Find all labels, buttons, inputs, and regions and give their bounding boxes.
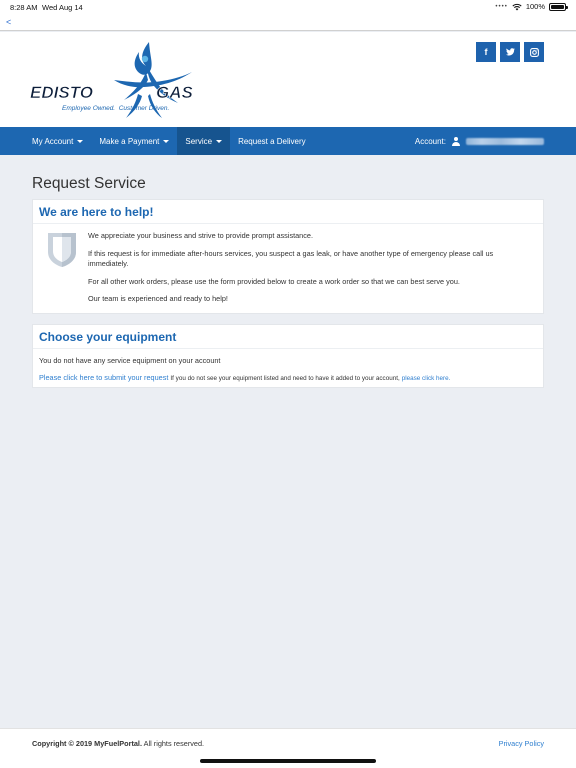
status-bar: 8:28 AM Wed Aug 14 •••• 100%: [0, 0, 576, 14]
help-paragraph: We appreciate your business and strive t…: [88, 231, 313, 240]
copyright-bold: Copyright © 2019 MyFuelPortal.: [32, 739, 142, 748]
help-paragraph: If this request is for immediate after-h…: [88, 248, 494, 269]
logo-text-edisto: EDISTO: [30, 83, 93, 102]
logo-text-gas: GAS: [156, 83, 194, 102]
help-paragraph: Our team is experienced and ready to hel…: [88, 294, 228, 303]
status-time: 8:28 AM: [10, 3, 38, 12]
help-paragraph: For all other work orders, please use th…: [88, 276, 460, 286]
logo-tagline: Employee Owned. Customer Driven.: [62, 105, 169, 112]
main-nav: My Account Make a Payment Service Reques…: [0, 127, 576, 155]
nav-my-account[interactable]: My Account: [24, 127, 91, 155]
equipment-card: Choose your equipment You do not have an…: [32, 324, 544, 388]
edisto-gas-logo[interactable]: EDISTO GAS Employee Owned. Customer Driv…: [28, 36, 228, 122]
facebook-icon[interactable]: f: [476, 42, 496, 62]
status-right: •••• 100%: [495, 2, 568, 11]
equipment-actions: Please click here to submit your request…: [39, 373, 537, 382]
status-date: Wed Aug 14: [42, 3, 83, 12]
equipment-card-title: Choose your equipment: [39, 329, 177, 344]
nav-service[interactable]: Service: [177, 127, 231, 155]
submit-request-link[interactable]: Please click here to submit your request: [39, 373, 168, 382]
cellular-dots-icon: ••••: [495, 3, 508, 10]
help-card-paragraphs: We appreciate your business and strive t…: [88, 231, 528, 312]
help-card-header: We are here to help!: [33, 200, 543, 224]
help-card-title: We are here to help!: [39, 204, 154, 219]
equipment-note: If you do not see your equipment listed …: [170, 375, 400, 382]
instagram-icon[interactable]: [524, 42, 544, 62]
caret-down-icon: [216, 139, 223, 143]
user-icon: [452, 136, 460, 146]
help-card: We are here to help! We appreciate your …: [32, 199, 544, 314]
nav-request-a-delivery-label: Request a Delivery: [238, 136, 306, 146]
home-indicator[interactable]: [200, 759, 376, 763]
account-label: Account:: [414, 136, 446, 146]
page-title: Request Service: [32, 175, 146, 192]
battery-percent: 100%: [525, 2, 545, 11]
social-links: f: [476, 42, 544, 62]
copyright-rest: All rights reserved.: [143, 739, 205, 748]
nav-make-a-payment-label: Make a Payment: [99, 136, 160, 146]
nav-make-a-payment[interactable]: Make a Payment: [91, 127, 177, 155]
wifi-icon: [512, 3, 522, 10]
site-header: EDISTO GAS Employee Owned. Customer Driv…: [0, 32, 576, 127]
browser-back-bar: <: [0, 14, 576, 31]
copyright: Copyright © 2019 MyFuelPortal. All right…: [32, 739, 204, 748]
account-menu[interactable]: Account:: [415, 127, 544, 155]
caret-down-icon: [163, 139, 170, 143]
add-equipment-link[interactable]: please click here.: [402, 375, 451, 382]
privacy-policy-link[interactable]: Privacy Policy: [499, 739, 544, 748]
equipment-card-body: You do not have any service equipment on…: [33, 349, 543, 382]
nav-request-a-delivery[interactable]: Request a Delivery: [230, 127, 314, 155]
battery-icon: [549, 2, 568, 11]
twitter-icon[interactable]: [500, 42, 520, 62]
equipment-card-header: Choose your equipment: [33, 325, 543, 349]
shield-icon: [48, 233, 76, 267]
nav-my-account-label: My Account: [32, 136, 74, 146]
account-name-redacted: [466, 137, 544, 145]
caret-down-icon: [77, 139, 84, 143]
back-button[interactable]: <: [6, 17, 11, 27]
nav-service-label: Service: [185, 136, 213, 146]
no-equipment-message: You do not have any service equipment on…: [39, 356, 221, 365]
